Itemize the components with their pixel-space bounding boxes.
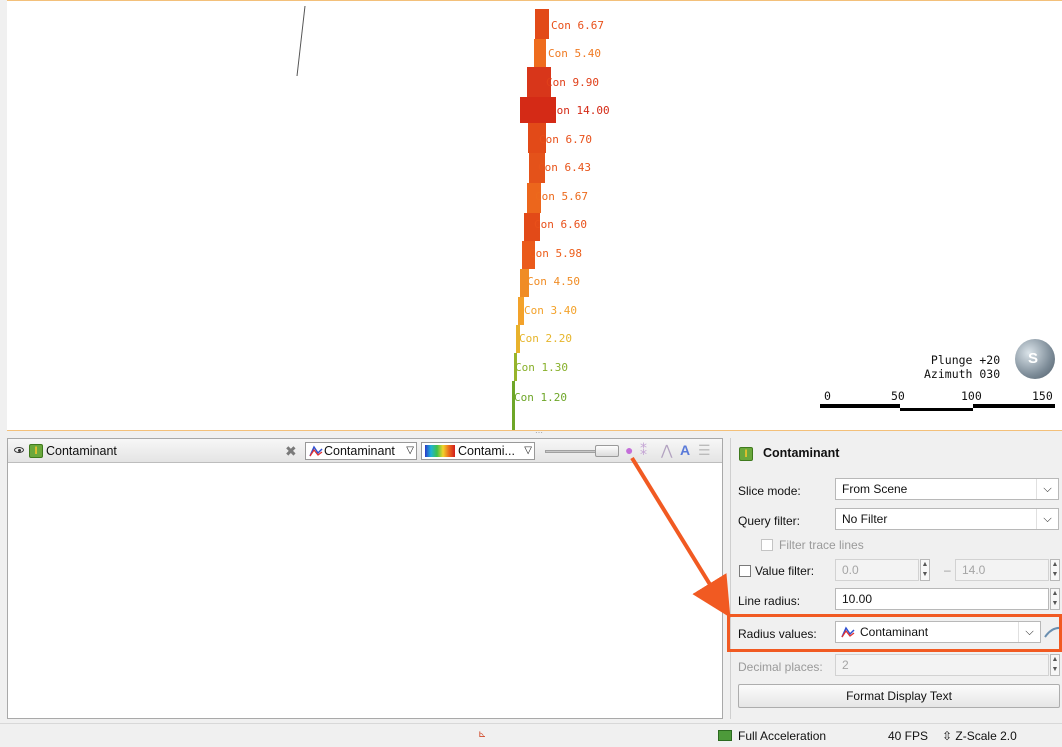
line-radius-value: 10.00 bbox=[842, 592, 873, 606]
slice-mode-select[interactable]: From Scene ⌵ bbox=[835, 478, 1059, 500]
highlight-box bbox=[727, 614, 1062, 652]
splitter-grip[interactable]: ⋯ bbox=[535, 428, 543, 437]
decimal-places-input[interactable]: 2 ▲ ▼ bbox=[835, 654, 1060, 676]
value-filter-checkbox[interactable] bbox=[739, 565, 751, 577]
compass-icon[interactable]: S bbox=[1015, 339, 1055, 379]
decimal-places-label: Decimal places: bbox=[738, 660, 823, 674]
value-label: Con 5.67 bbox=[535, 190, 588, 203]
query-filter-select[interactable]: No Filter ⌵ bbox=[835, 508, 1059, 530]
line-radius-label: Line radius: bbox=[738, 594, 801, 608]
range-dash: – bbox=[944, 563, 951, 577]
scale-bar-segment bbox=[900, 408, 973, 411]
line-radius-input[interactable]: 10.00 ▲ ▼ bbox=[835, 588, 1060, 610]
value-label: Con 6.60 bbox=[534, 218, 587, 231]
value-label: Con 1.20 bbox=[514, 391, 567, 404]
drillhole-trace-line bbox=[296, 5, 306, 77]
filter-trace-lines-checkbox[interactable] bbox=[761, 539, 773, 551]
remove-icon[interactable]: ✖ bbox=[285, 443, 297, 460]
value-filter-max[interactable]: 14.0 ▲ ▼ bbox=[955, 559, 1060, 581]
value-filter-label: Value filter: bbox=[755, 564, 815, 578]
scale-bar-segment bbox=[973, 404, 1055, 408]
graph-icon[interactable]: ⋀ bbox=[661, 442, 672, 459]
compass-letter: S bbox=[1028, 350, 1039, 367]
spinner-icon[interactable]: ▲ ▼ bbox=[920, 559, 930, 581]
scale-tick: 100 bbox=[961, 389, 982, 403]
layer-row[interactable]: Contaminant ✖ Contaminant ▽ Contami... ▽… bbox=[8, 439, 722, 463]
value-label: Con 4.50 bbox=[527, 275, 580, 288]
spinner-icon[interactable]: ▲ ▼ bbox=[1050, 559, 1060, 581]
acceleration-text: Full Acceleration bbox=[738, 729, 827, 743]
query-filter-value: No Filter bbox=[842, 512, 888, 526]
colour-combo[interactable]: Contami... ▽ bbox=[421, 442, 535, 460]
plunge-text: Plunge +20 bbox=[930, 353, 1001, 367]
zscale-text: Z-Scale 2.0 bbox=[955, 729, 1017, 743]
filter-trace-lines-label: Filter trace lines bbox=[779, 538, 864, 552]
radius-tool-icon[interactable]: ⁑ bbox=[640, 442, 647, 459]
fps-readout: 40 FPS bbox=[888, 729, 929, 743]
orientation-readout: Plunge +20 Azimuth 030 bbox=[924, 353, 1000, 381]
shape-list-panel: Contaminant ✖ Contaminant ▽ Contami... ▽… bbox=[7, 438, 723, 719]
slice-mode-value: From Scene bbox=[842, 482, 908, 496]
value-label: Con 6.43 bbox=[538, 161, 591, 174]
paint-icon[interactable]: ● bbox=[625, 442, 633, 458]
monitor-icon bbox=[718, 730, 732, 741]
chevron-down-icon: ⌵ bbox=[1036, 509, 1058, 529]
radius-combo-value: Contaminant bbox=[324, 444, 395, 458]
scene-viewport[interactable]: Con 6.67 Con 5.40 Con 9.90 Con 14.00 Con… bbox=[7, 0, 1062, 431]
list-icon[interactable]: ☰ bbox=[698, 442, 711, 459]
value-label: Con 3.40 bbox=[524, 304, 577, 317]
format-display-text-button[interactable]: Format Display Text bbox=[738, 684, 1060, 708]
opacity-slider-thumb[interactable] bbox=[595, 445, 619, 457]
drillhole-layer-icon bbox=[739, 447, 753, 461]
query-filter-label: Query filter: bbox=[738, 514, 801, 528]
chevron-down-icon: ▽ bbox=[406, 445, 414, 456]
value-label: Con 1.30 bbox=[515, 361, 568, 374]
scale-tick: 150 bbox=[1032, 389, 1053, 403]
value-filter-max-value: 14.0 bbox=[962, 563, 986, 577]
spinner-icon[interactable]: ▲ ▼ bbox=[1050, 654, 1060, 676]
properties-panel: Contaminant Slice mode: From Scene ⌵ Que… bbox=[730, 438, 1062, 719]
value-label: Con 5.40 bbox=[548, 47, 601, 60]
layer-title: Contaminant bbox=[46, 444, 117, 458]
properties-header: Contaminant bbox=[739, 446, 840, 461]
colour-combo-value: Contami... bbox=[458, 444, 515, 458]
visibility-eye-icon[interactable] bbox=[14, 447, 24, 453]
cylinder-segment bbox=[534, 39, 546, 69]
value-label: Con 5.98 bbox=[529, 247, 582, 260]
value-filter-min[interactable]: 0.0 ▲ ▼ bbox=[835, 559, 930, 581]
properties-title: Contaminant bbox=[763, 446, 840, 460]
colormap-swatch bbox=[425, 445, 455, 457]
axis-icon: ⊾ bbox=[478, 729, 487, 740]
zscale-control[interactable]: ⇳ Z-Scale 2.0 bbox=[942, 729, 1017, 743]
value-filter-min-value: 0.0 bbox=[842, 563, 859, 577]
radius-combo[interactable]: Contaminant ▽ bbox=[305, 442, 417, 460]
cylinder-segment bbox=[512, 381, 515, 430]
scale-tick: 0 bbox=[824, 389, 831, 403]
scale-bar-segment bbox=[820, 404, 900, 408]
value-label: Con 6.70 bbox=[539, 133, 592, 146]
slice-mode-label: Slice mode: bbox=[738, 484, 801, 498]
drillhole-layer-icon bbox=[29, 444, 43, 458]
graph-icon bbox=[309, 445, 323, 457]
chevron-down-icon: ⌵ bbox=[1036, 479, 1058, 499]
azimuth-text: Azimuth 030 bbox=[924, 367, 1001, 381]
zscale-icon: ⇳ bbox=[942, 729, 953, 743]
value-label: Con 14.00 bbox=[550, 104, 610, 117]
scale-tick: 50 bbox=[891, 389, 905, 403]
spinner-icon[interactable]: ▲ ▼ bbox=[1050, 588, 1060, 610]
status-bar: ⊾ Full Acceleration 40 FPS ⇳ Z-Scale 2.0 bbox=[0, 723, 1062, 747]
cylinder-segment bbox=[535, 9, 549, 39]
acceleration-status: Full Acceleration bbox=[718, 729, 826, 743]
decimal-places-value: 2 bbox=[842, 658, 849, 672]
value-label: Con 2.20 bbox=[519, 332, 572, 345]
text-icon[interactable]: A bbox=[680, 442, 690, 458]
chevron-down-icon: ▽ bbox=[524, 445, 532, 456]
value-label: Con 9.90 bbox=[546, 76, 599, 89]
value-label: Con 6.67 bbox=[551, 19, 604, 32]
